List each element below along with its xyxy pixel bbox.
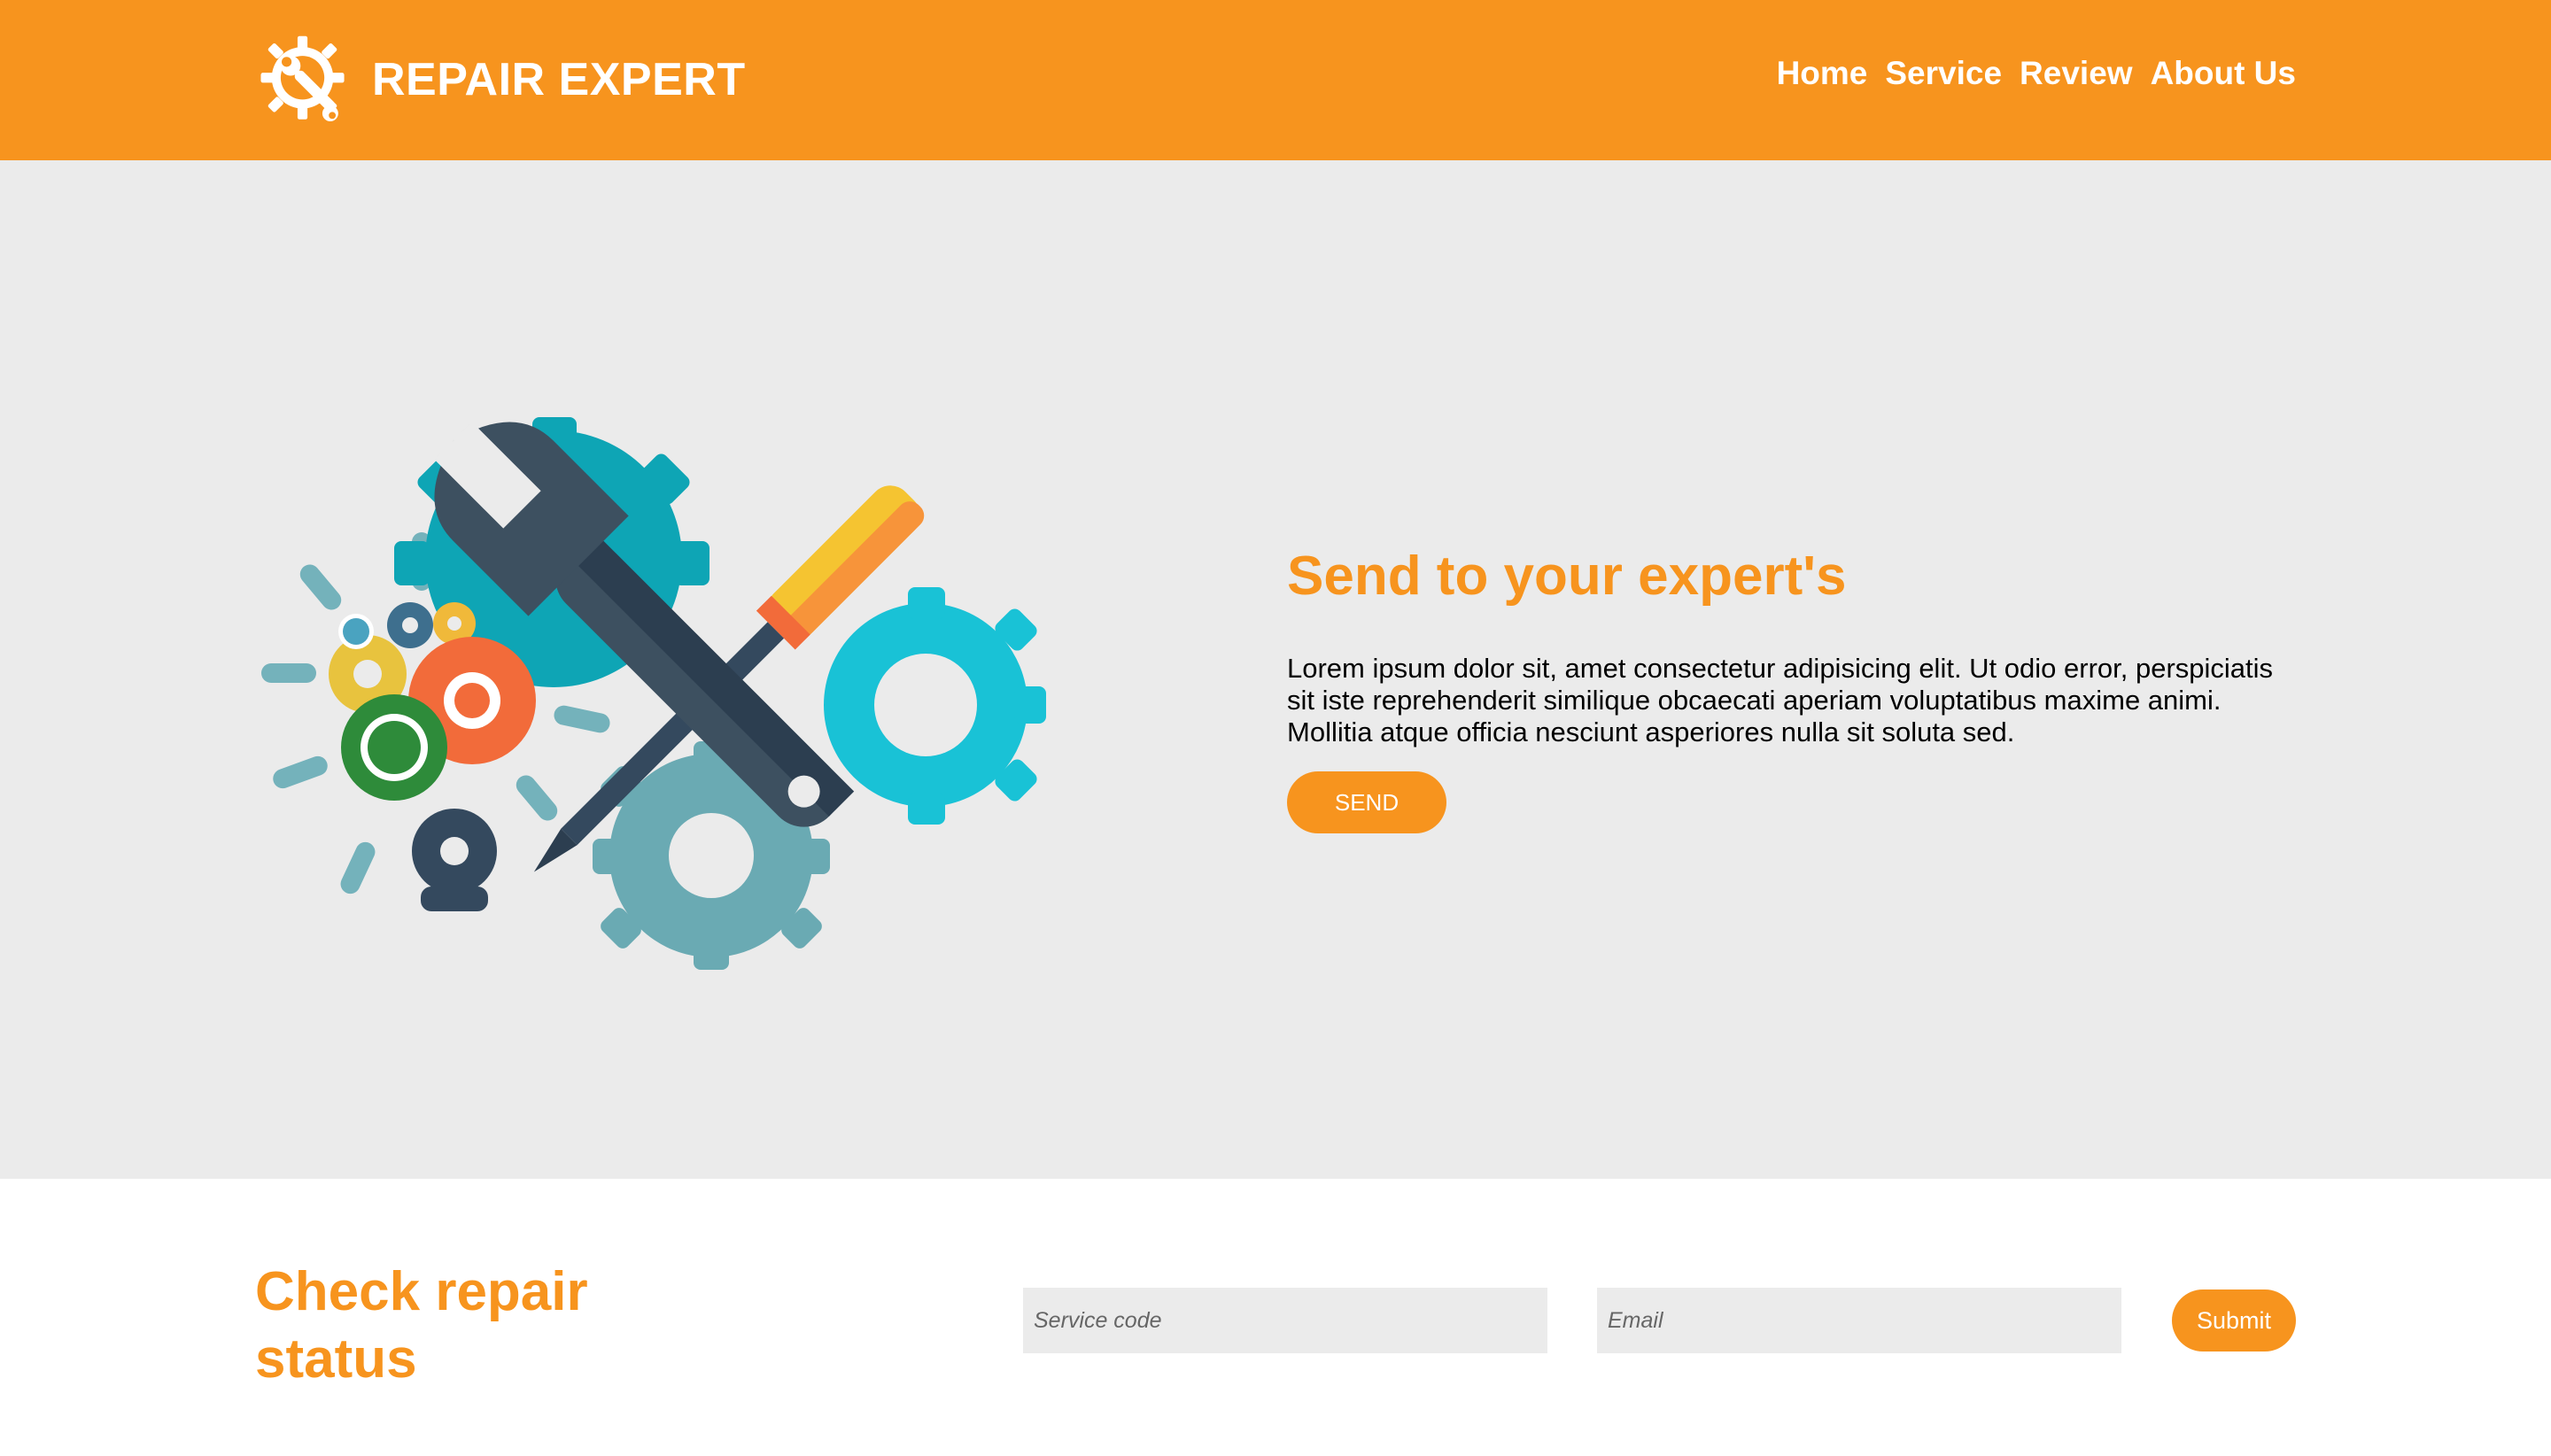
hero-text: Lorem ipsum dolor sit, amet consectetur …: [1287, 653, 2274, 748]
nav-home[interactable]: Home: [1777, 55, 1868, 92]
email-input[interactable]: [1597, 1288, 2121, 1353]
service-code-input[interactable]: [1023, 1288, 1547, 1353]
nav-service[interactable]: Service: [1885, 55, 2002, 92]
hero-section: Send to your expert's Lorem ipsum dolor …: [0, 160, 2551, 1179]
nav-about-us[interactable]: About Us: [2151, 55, 2296, 92]
repair-status-section: Check repair status Submit: [0, 1179, 2551, 1456]
hero-content: Send to your expert's Lorem ipsum dolor …: [1287, 546, 2306, 834]
gears-wrench-screwdriver-illustration: [261, 417, 1046, 970]
logo[interactable]: REPAIR EXPERT: [257, 27, 746, 133]
site-header: REPAIR EXPERT Home Service Review About …: [0, 0, 2551, 160]
logo-text: REPAIR EXPERT: [372, 54, 746, 105]
send-button[interactable]: SEND: [1287, 771, 1446, 834]
gear-wrench-icon: [260, 35, 345, 122]
nav-review[interactable]: Review: [2020, 55, 2133, 92]
submit-button[interactable]: Submit: [2172, 1289, 2296, 1351]
main-nav: Home Service Review About Us: [1777, 55, 2296, 92]
status-title: Check repair status: [255, 1261, 588, 1390]
hero-title: Send to your expert's: [1287, 546, 1847, 607]
